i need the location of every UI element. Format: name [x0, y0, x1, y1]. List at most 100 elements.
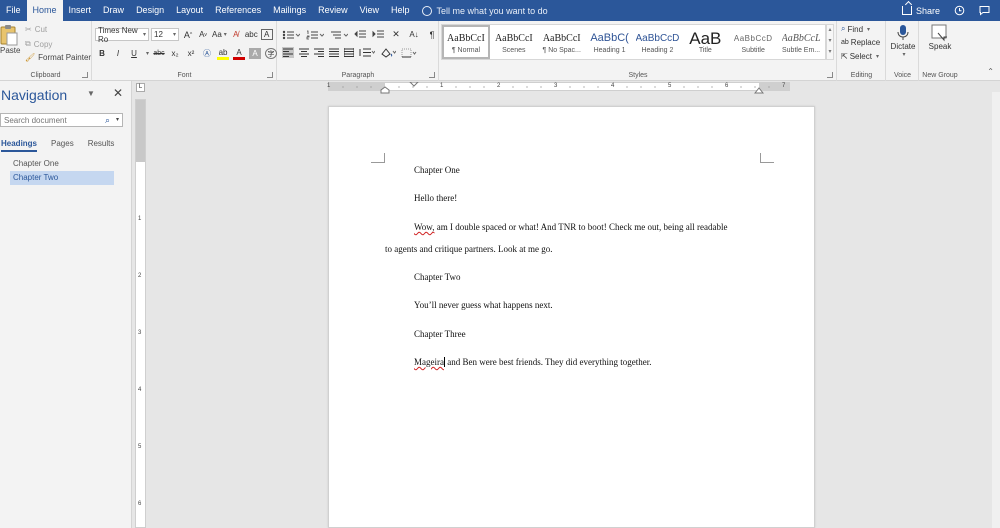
style-heading-2[interactable]: AaBbCcD Heading 2: [634, 25, 682, 59]
clear-formatting-icon[interactable]: A̸: [230, 28, 242, 41]
select-button[interactable]: ⇱ Select ▾: [841, 52, 879, 61]
search-icon[interactable]: ⌕: [105, 115, 110, 126]
tell-me-box[interactable]: Tell me what you want to do: [421, 5, 548, 16]
tab-selector[interactable]: L: [136, 83, 145, 92]
find-button[interactable]: ⌕ Find ▾: [841, 24, 870, 34]
style-subtle-emphasis[interactable]: AaBbCcL Subtle Em...: [777, 25, 825, 59]
paragraph[interactable]: to agents and critique partners. Look at…: [385, 244, 552, 254]
dictate-button[interactable]: Dictate ▾: [889, 24, 917, 58]
tab-help[interactable]: Help: [385, 0, 416, 21]
align-center-icon[interactable]: [299, 48, 309, 57]
highlight-icon[interactable]: ab: [217, 48, 230, 60]
cut-button[interactable]: ✂ Cut: [25, 25, 47, 34]
font-color-icon[interactable]: A: [233, 48, 246, 60]
heading-chapter-one[interactable]: Chapter One: [414, 165, 460, 175]
chevron-down-icon[interactable]: ▼: [87, 89, 95, 98]
gallery-scroll[interactable]: ▴ ▾ ▾: [826, 24, 834, 60]
heading-chapter-two[interactable]: Chapter Two: [414, 272, 460, 282]
align-left-button[interactable]: [282, 47, 294, 58]
bold-button[interactable]: B: [96, 47, 108, 60]
borders-icon[interactable]: [401, 48, 417, 58]
multilevel-list-icon[interactable]: [330, 30, 348, 40]
superscript-button[interactable]: x²: [185, 47, 197, 60]
heading-item-chapter-one[interactable]: Chapter One: [10, 157, 114, 171]
tab-headings[interactable]: Headings: [1, 139, 38, 152]
gallery-more-icon[interactable]: ▾: [827, 47, 833, 58]
format-painter-button[interactable]: 🖌 Format Painter: [25, 53, 91, 62]
style-title[interactable]: AaB Title: [681, 25, 729, 59]
spelling-flag[interactable]: Wow,: [414, 222, 434, 232]
character-shading-icon[interactable]: A: [249, 48, 262, 59]
shading-icon[interactable]: [380, 47, 396, 58]
tab-draw[interactable]: Draw: [97, 0, 130, 21]
font-launcher-icon[interactable]: [267, 72, 273, 78]
tab-design[interactable]: Design: [130, 0, 170, 21]
style-scenes[interactable]: AaBbCcI Scenes: [490, 25, 538, 59]
justify-icon[interactable]: [329, 48, 339, 57]
share-button[interactable]: Share: [901, 6, 940, 16]
first-line-indent-marker[interactable]: [409, 82, 419, 90]
replace-button[interactable]: ab Replace: [841, 38, 880, 47]
tab-pages[interactable]: Pages: [51, 139, 74, 152]
sort-icon[interactable]: A↓: [408, 28, 420, 41]
font-size-combo[interactable]: 12 ▾: [151, 28, 179, 41]
spelling-flag[interactable]: Mageira: [414, 357, 444, 367]
increase-indent-icon[interactable]: [372, 30, 384, 40]
styles-launcher-icon[interactable]: [827, 72, 833, 78]
strikethrough-button[interactable]: abc: [153, 47, 165, 60]
tab-results[interactable]: Results: [88, 139, 115, 152]
vertical-scrollbar[interactable]: [992, 92, 1000, 528]
pilcrow-icon[interactable]: ¶: [426, 28, 438, 41]
paragraph[interactable]: Mageira and Ben were best friends. They …: [414, 357, 652, 367]
chevron-down-icon[interactable]: ▾: [827, 36, 833, 47]
tab-review[interactable]: Review: [312, 0, 354, 21]
font-name-combo[interactable]: Times New Ro ▾: [95, 26, 149, 44]
tab-references[interactable]: References: [209, 0, 267, 21]
tab-insert[interactable]: Insert: [63, 0, 98, 21]
tab-mailings[interactable]: Mailings: [267, 0, 312, 21]
speak-button[interactable]: Speak: [923, 24, 957, 51]
style-no-spacing[interactable]: AaBbCcI ¶ No Spac...: [538, 25, 586, 59]
copy-button[interactable]: ⧉ Copy: [25, 39, 52, 49]
bullets-icon[interactable]: [282, 30, 300, 40]
right-indent-marker[interactable]: [754, 86, 764, 94]
tab-view[interactable]: View: [354, 0, 385, 21]
numbering-icon[interactable]: [306, 30, 324, 40]
tab-file[interactable]: File: [0, 0, 27, 21]
heading-chapter-three[interactable]: Chapter Three: [414, 329, 466, 339]
distributed-icon[interactable]: [344, 48, 354, 57]
phonetic-guide-icon[interactable]: abc: [245, 28, 258, 41]
style-heading-1[interactable]: AaBbC( Heading 1: [586, 25, 634, 59]
hanging-indent-marker[interactable]: [380, 86, 390, 94]
history-icon[interactable]: [954, 5, 965, 16]
paragraph-launcher-icon[interactable]: [429, 72, 435, 78]
comments-icon[interactable]: [979, 5, 990, 16]
enclose-characters-icon[interactable]: 字: [265, 48, 278, 59]
text-effects-icon[interactable]: Ⓐ: [201, 47, 213, 60]
paragraph[interactable]: Wow, am I double spaced or what! And TNR…: [414, 222, 727, 232]
heading-item-chapter-two[interactable]: Chapter Two: [10, 171, 114, 185]
paragraph[interactable]: You’ll never guess what happens next.: [414, 300, 553, 310]
chevron-down-icon[interactable]: ▾: [146, 50, 149, 57]
shrink-font-button[interactable]: Av: [197, 28, 209, 41]
tab-home[interactable]: Home: [26, 0, 63, 21]
chevron-up-icon[interactable]: ▴: [827, 25, 833, 36]
align-right-icon[interactable]: [314, 48, 324, 57]
style-normal[interactable]: AaBbCcI ¶ Normal: [442, 25, 490, 59]
decrease-indent-icon[interactable]: [354, 30, 366, 40]
chevron-down-icon[interactable]: ▾: [116, 116, 119, 123]
collapse-ribbon-icon[interactable]: ⌃: [987, 67, 994, 76]
paragraph[interactable]: Hello there!: [414, 193, 457, 203]
grow-font-button[interactable]: A ^: [182, 28, 194, 41]
style-subtitle[interactable]: AaBbCcD Subtitle: [729, 25, 777, 59]
vertical-ruler[interactable]: 1 2 3 4 5 6: [135, 99, 146, 528]
underline-button[interactable]: U: [128, 47, 140, 60]
line-spacing-icon[interactable]: [359, 48, 375, 57]
document-page[interactable]: Chapter One Hello there! Wow, am I doubl…: [328, 106, 815, 528]
asian-layout-icon[interactable]: ✕: [390, 28, 402, 41]
horizontal-ruler[interactable]: 1 1 2 3 4 5 6 7: [327, 82, 790, 94]
paste-button[interactable]: Paste: [0, 24, 20, 64]
clipboard-launcher-icon[interactable]: [82, 72, 88, 78]
tab-layout[interactable]: Layout: [170, 0, 209, 21]
close-icon[interactable]: ✕: [113, 86, 123, 100]
